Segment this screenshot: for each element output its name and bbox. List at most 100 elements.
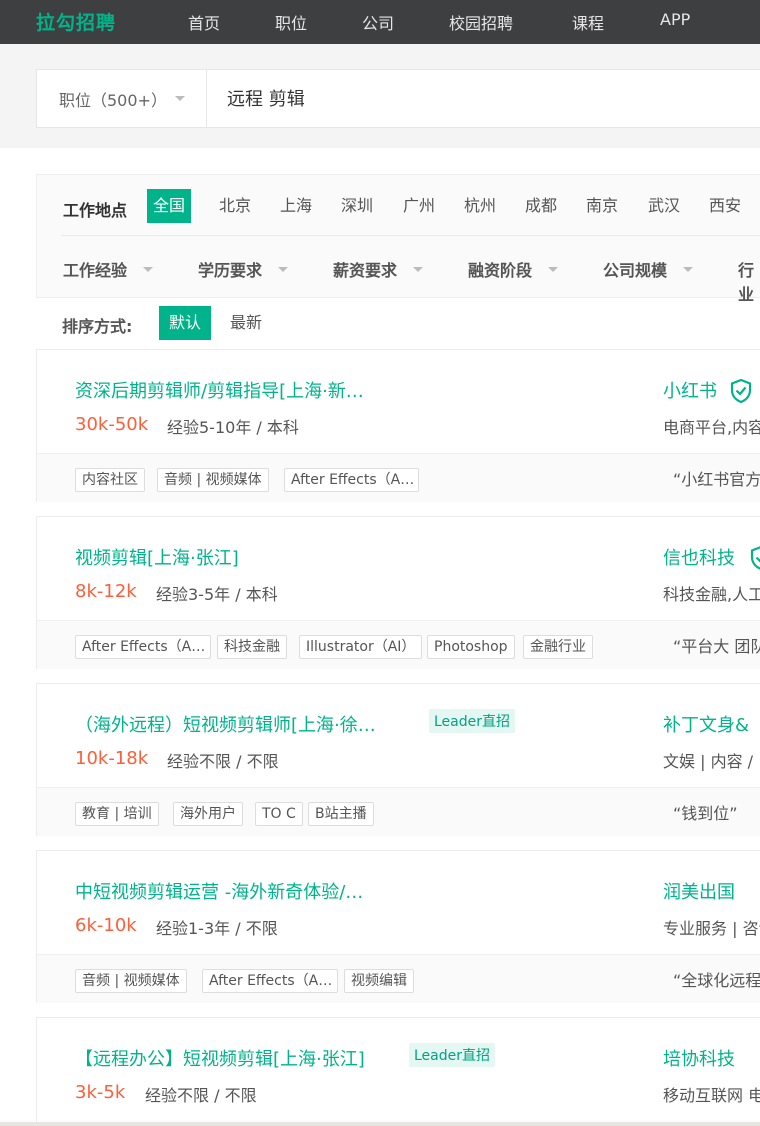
job-tag: 金融行业 xyxy=(523,635,593,659)
job-tag: Illustrator（AI） xyxy=(299,635,423,659)
job-requirements: 经验3-5年 / 本科 xyxy=(156,585,278,604)
job-tag: After Effects（A… xyxy=(75,635,211,659)
job-requirements: 经验5-10年 / 本科 xyxy=(167,418,299,437)
nav-link-courses[interactable]: 课程 xyxy=(572,10,604,34)
filter-education-label: 学历要求 xyxy=(198,261,263,280)
job-tag: 教育 | 培训 xyxy=(75,802,159,826)
company-slogan: “全球化远程 xyxy=(673,971,760,990)
chevron-down-icon xyxy=(548,267,558,272)
top-nav: 拉勾招聘 首页 职位 公司 校园招聘 课程 APP xyxy=(0,0,760,44)
job-card[interactable]: 资深后期剪辑师/剪辑指导[上海·新… 30k-50k 经验5-10年 / 本科 … xyxy=(36,349,760,502)
job-title[interactable]: 中短视频剪辑运营 -海外新奇体验/… xyxy=(75,878,363,904)
job-card[interactable]: 视频剪辑[上海·张江] 8k-12k 经验3-5年 / 本科 信也科技 科技金融… xyxy=(36,516,760,669)
job-tag: 音频 | 视频媒体 xyxy=(157,468,269,492)
location-filter-title: 工作地点 xyxy=(63,201,128,220)
filter-education[interactable]: 学历要求 xyxy=(198,257,262,281)
search-box: 职位（500+） xyxy=(36,69,760,128)
nav-link-campus[interactable]: 校园招聘 xyxy=(449,10,513,34)
filter-panel: 工作地点 全国 北京 上海 深圳 广州 杭州 成都 南京 武汉 西安 工作经验 … xyxy=(36,174,760,304)
company-slogan: “钱到位” xyxy=(673,804,738,823)
job-requirements: 经验1-3年 / 不限 xyxy=(156,919,278,938)
card-footer: 音频 | 视频媒体 After Effects（A… 视频编辑 “全球化远程 xyxy=(37,954,760,1003)
city-option-xian[interactable]: 西安 xyxy=(703,189,747,223)
chevron-down-icon xyxy=(413,267,423,272)
city-option-beijing[interactable]: 北京 xyxy=(213,189,257,223)
company-industry: 科技金融,人工智能 xyxy=(663,585,760,604)
job-tag: After Effects（A… xyxy=(284,468,419,492)
job-requirements: 经验不限 / 不限 xyxy=(167,752,279,771)
job-card[interactable]: 【远程办公】短视频剪辑[上海·张江] Leader直招 3k-5k 经验不限 /… xyxy=(36,1017,760,1126)
job-tag: 视频编辑 xyxy=(344,969,414,993)
chevron-down-icon xyxy=(175,96,185,101)
leader-direct-badge: Leader直招 xyxy=(409,1043,496,1067)
nav-link-home[interactable]: 首页 xyxy=(188,10,220,34)
page-bottom-edge xyxy=(0,1122,760,1126)
job-tag: After Effects（A… xyxy=(202,969,338,993)
chevron-down-icon xyxy=(278,267,288,272)
card-footer: 内容社区 音频 | 视频媒体 After Effects（A… “小红书官方 xyxy=(37,453,760,502)
job-salary: 3k-5k xyxy=(75,1082,126,1103)
job-salary: 10k-18k xyxy=(75,748,149,769)
company-slogan: “平台大 团队 xyxy=(673,637,760,656)
company-slogan: “小红书官方 xyxy=(673,470,760,489)
sort-option-latest[interactable]: 最新 xyxy=(220,306,272,340)
job-title[interactable]: 视频剪辑[上海·张江] xyxy=(75,544,239,570)
sort-option-default[interactable]: 默认 xyxy=(159,306,212,340)
filter-experience[interactable]: 工作经验 xyxy=(63,257,127,281)
filter-funding-label: 融资阶段 xyxy=(468,261,533,280)
card-footer: 教育 | 培训 海外用户 TO C B站主播 “钱到位” xyxy=(37,787,760,836)
job-tag: 科技金融 xyxy=(217,635,287,659)
nav-link-jobs[interactable]: 职位 xyxy=(275,10,307,34)
nav-link-companies[interactable]: 公司 xyxy=(362,10,394,34)
job-card[interactable]: 中短视频剪辑运营 -海外新奇体验/… 6k-10k 经验1-3年 / 不限 润美… xyxy=(36,850,760,1003)
filter-salary[interactable]: 薪资要求 xyxy=(333,257,397,281)
card-footer: After Effects（A… 科技金融 Illustrator（AI） Ph… xyxy=(37,620,760,669)
verified-shield-icon xyxy=(730,379,752,403)
city-option-guangzhou[interactable]: 广州 xyxy=(397,189,441,223)
job-tag: 海外用户 xyxy=(173,802,243,826)
city-option-shanghai[interactable]: 上海 xyxy=(274,189,318,223)
company-industry: 电商平台,内容社区 xyxy=(663,418,760,437)
company-name[interactable]: 信也科技 xyxy=(663,544,735,570)
company-name[interactable]: 培协科技 xyxy=(663,1045,735,1071)
job-salary: 30k-50k xyxy=(75,414,149,435)
filter-divider xyxy=(62,235,760,236)
job-tag: B站主播 xyxy=(308,802,374,826)
job-tag: 内容社区 xyxy=(75,468,145,492)
city-option-chengdu[interactable]: 成都 xyxy=(519,189,563,223)
company-name[interactable]: 润美出国 xyxy=(663,878,735,904)
chevron-down-icon xyxy=(683,267,693,272)
company-name[interactable]: 小红书 xyxy=(663,377,717,403)
verified-shield-icon xyxy=(750,546,760,570)
company-industry: 移动互联网 电 xyxy=(663,1086,760,1105)
filter-funding[interactable]: 融资阶段 xyxy=(468,257,532,281)
leader-direct-badge: Leader直招 xyxy=(429,709,516,733)
job-title[interactable]: 资深后期剪辑师/剪辑指导[上海·新… xyxy=(75,377,364,403)
job-card[interactable]: （海外远程）短视频剪辑师[上海·徐… Leader直招 10k-18k 经验不限… xyxy=(36,683,760,836)
job-title[interactable]: （海外远程）短视频剪辑师[上海·徐… xyxy=(75,711,376,737)
filter-company-size-label: 公司规模 xyxy=(603,261,668,280)
job-salary: 8k-12k xyxy=(75,581,137,602)
search-type-select[interactable]: 职位（500+） xyxy=(37,70,207,127)
nav-link-app[interactable]: APP xyxy=(660,10,690,29)
filter-company-size[interactable]: 公司规模 xyxy=(603,257,667,281)
city-option-hangzhou[interactable]: 杭州 xyxy=(458,189,502,223)
city-option-wuhan[interactable]: 武汉 xyxy=(642,189,686,223)
city-option-nanjing[interactable]: 南京 xyxy=(580,189,624,223)
job-tag: 音频 | 视频媒体 xyxy=(75,969,187,993)
city-option-shenzhen[interactable]: 深圳 xyxy=(335,189,379,223)
job-title[interactable]: 【远程办公】短视频剪辑[上海·张江] xyxy=(75,1045,365,1071)
filter-industry-label: 行业 xyxy=(738,261,755,304)
search-input[interactable] xyxy=(227,87,727,108)
search-type-label: 职位（500+） xyxy=(59,91,167,110)
chevron-down-icon xyxy=(143,267,153,272)
job-tag: TO C xyxy=(255,802,303,826)
city-option-all[interactable]: 全国 xyxy=(147,189,192,223)
filter-experience-label: 工作经验 xyxy=(63,261,128,280)
company-name[interactable]: 补丁文身& xyxy=(663,711,749,737)
filter-industry[interactable]: 行业 xyxy=(738,257,760,305)
job-salary: 6k-10k xyxy=(75,915,137,936)
site-logo[interactable]: 拉勾招聘 xyxy=(36,8,116,35)
filter-salary-label: 薪资要求 xyxy=(333,261,398,280)
job-tag: Photoshop xyxy=(427,635,515,659)
